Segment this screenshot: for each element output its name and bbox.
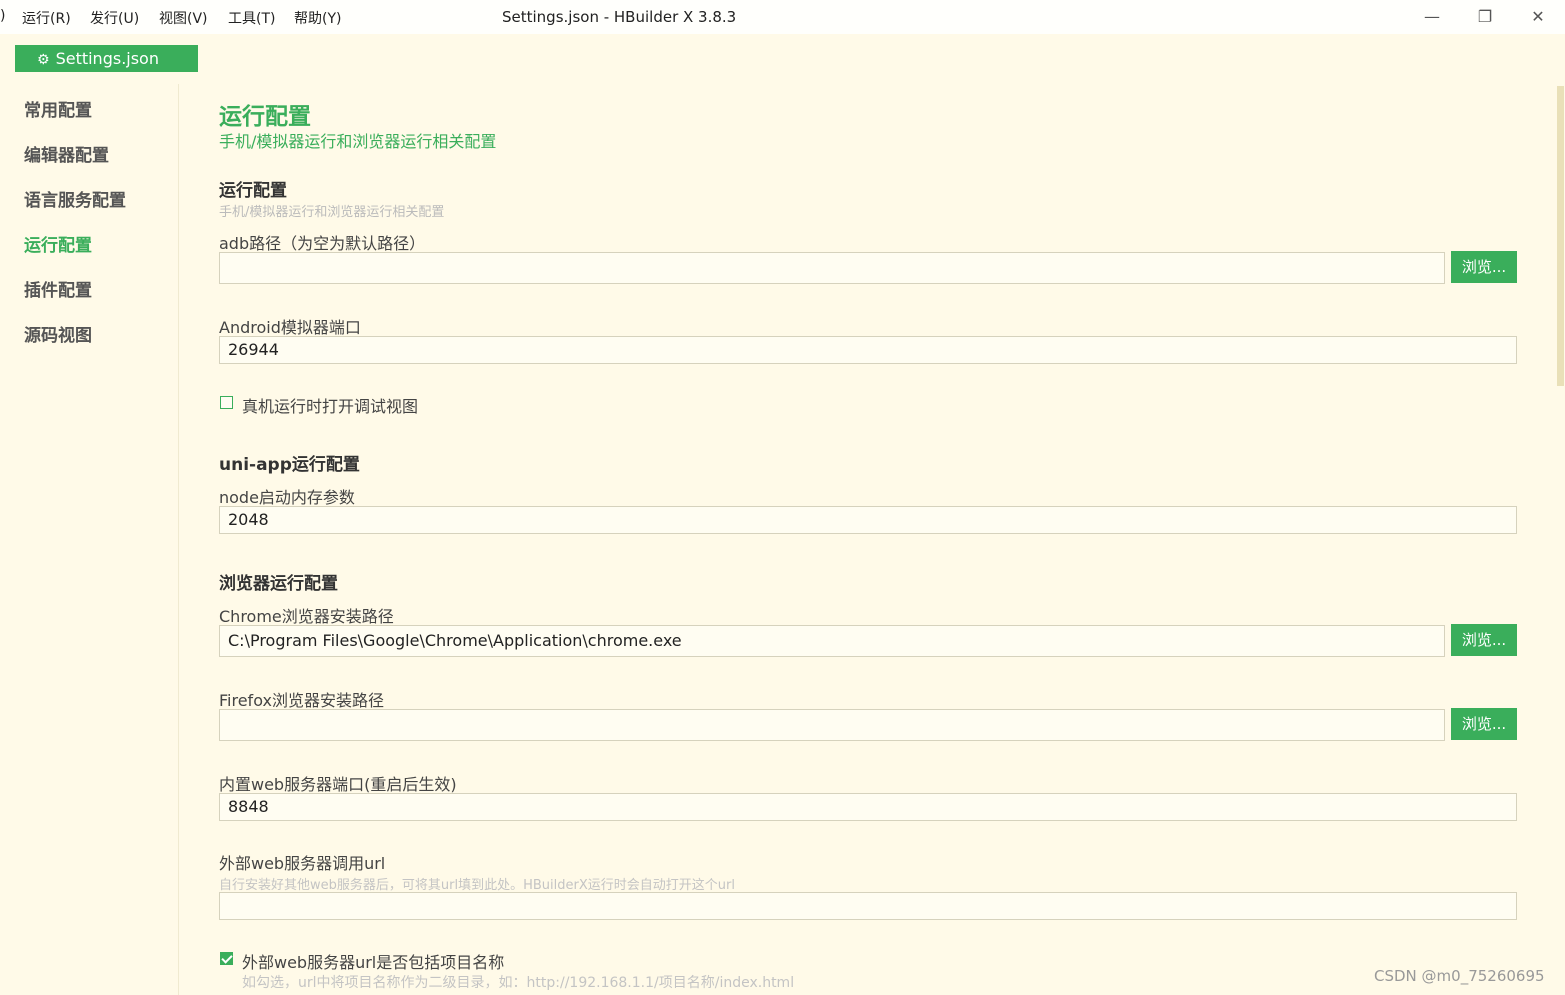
chrome-path-label: Chrome浏览器安装路径 (219, 607, 394, 626)
gear-icon: ⚙ (37, 52, 50, 68)
page-subtitle: 手机/模拟器运行和浏览器运行相关配置 (219, 132, 497, 151)
section-desc-run: 手机/模拟器运行和浏览器运行相关配置 (219, 205, 445, 220)
firefox-path-label: Firefox浏览器安装路径 (219, 691, 384, 710)
sidebar-item-source-view[interactable]: 源码视图 (24, 321, 92, 346)
sidebar-item-language-service[interactable]: 语言服务配置 (24, 186, 126, 211)
debug-view-label: 真机运行时打开调试视图 (242, 397, 419, 416)
section-title-browser: 浏览器运行配置 (219, 574, 338, 594)
android-port-label: Android模拟器端口 (219, 318, 361, 337)
watermark: CSDN @m0_75260695 (1374, 967, 1545, 985)
web-port-input[interactable]: 8848 (219, 793, 1517, 821)
file-tab-settings[interactable]: ⚙ Settings.json (15, 45, 198, 72)
debug-view-checkbox[interactable] (220, 396, 233, 409)
node-memory-label: node启动内存参数 (219, 488, 355, 507)
menu-item-partial[interactable]: ) (0, 8, 5, 24)
menu-publish[interactable]: 发行(U) (90, 8, 139, 28)
settings-content: 运行配置 手机/模拟器运行和浏览器运行相关配置 运行配置 手机/模拟器运行和浏览… (219, 0, 1519, 995)
external-url-label: 外部web服务器调用url (219, 854, 386, 873)
file-tab-label: Settings.json (55, 49, 159, 68)
close-button[interactable]: ✕ (1518, 4, 1558, 30)
section-title-run: 运行配置 (219, 181, 287, 201)
chrome-path-input[interactable]: C:\Program Files\Google\Chrome\Applicati… (219, 625, 1445, 657)
menu-run[interactable]: 运行(R) (22, 8, 71, 28)
sidebar-item-plugins[interactable]: 插件配置 (24, 276, 92, 301)
include-project-name-checkbox[interactable] (220, 952, 233, 965)
sidebar-item-editor[interactable]: 编辑器配置 (24, 141, 109, 166)
external-url-input[interactable] (219, 892, 1517, 920)
sidebar-item-general[interactable]: 常用配置 (24, 96, 92, 121)
firefox-path-input[interactable] (219, 709, 1445, 741)
adb-browse-button[interactable]: 浏览... (1451, 251, 1517, 283)
include-project-name-hint: 如勾选，url中将项目名称作为二级目录，如：http://192.168.1.1… (242, 975, 795, 991)
external-url-hint: 自行安装好其他web服务器后，可将其url填到此处。HBuilderX运行时会自… (219, 878, 735, 893)
adb-path-input[interactable] (219, 252, 1445, 284)
scrollbar-thumb[interactable] (1557, 86, 1564, 386)
firefox-browse-button[interactable]: 浏览... (1451, 708, 1517, 740)
sidebar-item-run[interactable]: 运行配置 (24, 231, 92, 256)
web-port-label: 内置web服务器端口(重启后生效) (219, 775, 457, 794)
menu-view[interactable]: 视图(V) (159, 8, 208, 28)
chrome-browse-button[interactable]: 浏览... (1451, 624, 1517, 656)
adb-path-label: adb路径（为空为默认路径） (219, 234, 426, 253)
android-port-input[interactable]: 26944 (219, 336, 1517, 364)
page-title: 运行配置 (219, 104, 311, 130)
node-memory-input[interactable]: 2048 (219, 506, 1517, 534)
settings-sidebar: 常用配置 编辑器配置 语言服务配置 运行配置 插件配置 源码视图 (0, 84, 179, 995)
section-title-uniapp: uni-app运行配置 (219, 455, 360, 475)
include-project-name-label: 外部web服务器url是否包括项目名称 (242, 953, 505, 972)
